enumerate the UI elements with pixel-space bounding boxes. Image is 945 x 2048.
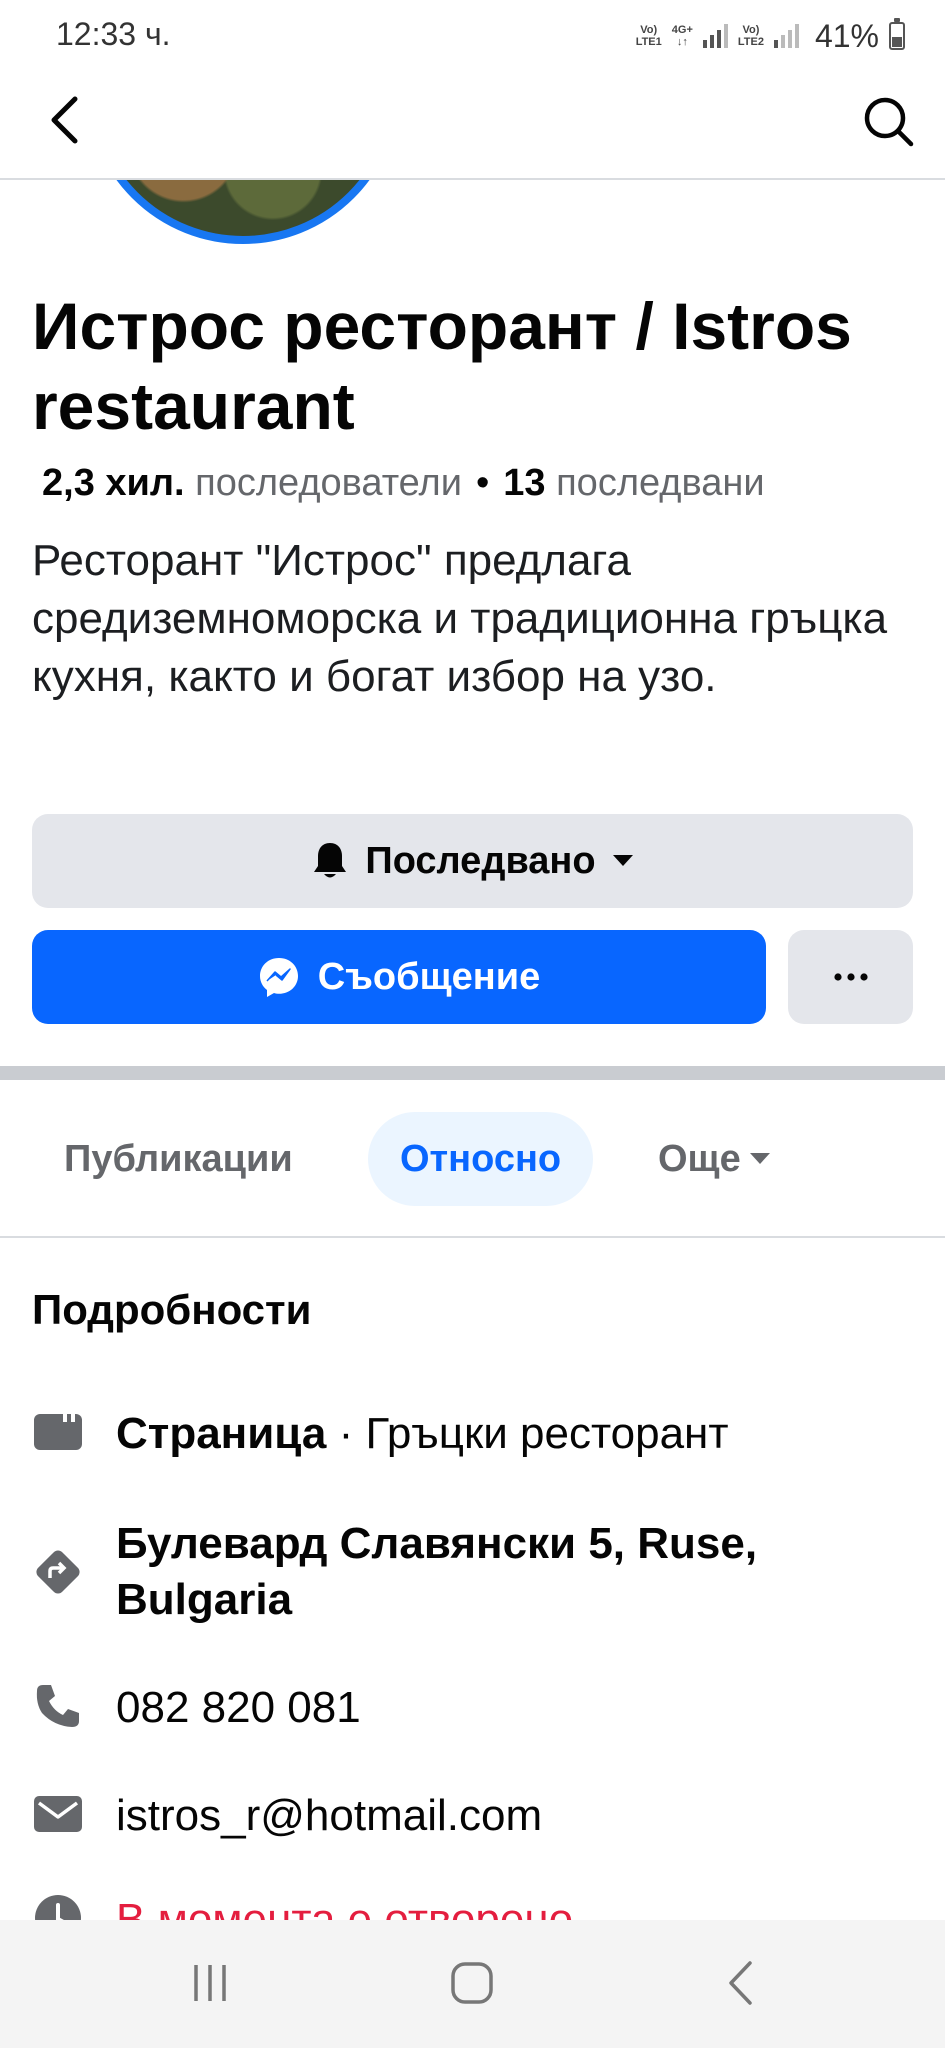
search-button[interactable] [859, 92, 919, 152]
page-title: Истрос ресторант / Istros restaurant [32, 289, 852, 443]
message-button-label: Съобщение [317, 955, 541, 998]
battery-percent: 41% [814, 17, 879, 54]
profile-picture-clip [60, 180, 430, 250]
search-icon [864, 97, 914, 147]
directions-icon [32, 1546, 84, 1598]
caret-down-icon [749, 1153, 770, 1164]
phone-number: 082 820 081 [116, 1683, 361, 1732]
chevron-left-icon [51, 96, 78, 144]
home-button[interactable] [432, 1950, 512, 2016]
messenger-icon [259, 958, 298, 997]
section-divider [0, 1066, 945, 1080]
tab-more-label: Още [658, 1137, 741, 1180]
recents-icon [194, 1965, 226, 2001]
following-label[interactable]: последвани [556, 462, 764, 504]
tab-posts-label: Публикации [64, 1137, 293, 1180]
back-button[interactable] [38, 92, 90, 148]
detail-phone[interactable]: 082 820 081 [32, 1680, 912, 1736]
network-indicator: 4G+ ↓↑ [671, 24, 693, 48]
detail-email[interactable]: istros_r@hotmail.com [32, 1788, 912, 1844]
page-stats: 2,3 хил. последователи • 13 последвани [42, 462, 765, 505]
page-tabs: Публикации Относно Още [0, 1080, 945, 1238]
envelope-icon [32, 1788, 84, 1840]
system-back-button[interactable] [700, 1950, 780, 2016]
address-text: Булевард Славянски 5, Ruse, Bulgaria [116, 1519, 758, 1624]
back-icon [729, 1961, 752, 2005]
status-icons: Vo) LTE1 4G+ ↓↑ Vo) LTE2 41% [636, 14, 905, 58]
followers-label[interactable]: последователи [195, 462, 462, 504]
status-bar: 12:33 ч. Vo) LTE1 4G+ ↓↑ Vo) LTE2 41% [0, 0, 945, 70]
details-heading: Подробности [32, 1286, 312, 1333]
top-app-bar [0, 70, 945, 180]
status-time: 12:33 ч. [56, 16, 171, 52]
tab-about[interactable]: Относно [368, 1112, 594, 1206]
signal-icon [702, 24, 728, 48]
recent-apps-button[interactable] [170, 1950, 250, 2016]
page-type-label: Страница [116, 1409, 327, 1458]
signal-2-icon [773, 24, 799, 48]
page-flag-icon [32, 1406, 84, 1458]
profile-picture[interactable] [86, 180, 400, 244]
more-horizontal-icon [833, 973, 868, 981]
tab-more[interactable]: Още [626, 1112, 803, 1206]
detail-address[interactable]: Булевард Славянски 5, Ruse, Bulgaria [32, 1516, 912, 1628]
message-button[interactable]: Съобщение [32, 930, 766, 1024]
following-button-label: Последвано [365, 839, 596, 882]
caret-down-icon [612, 855, 633, 866]
battery-icon [889, 18, 905, 50]
email-address: istros_r@hotmail.com [116, 1791, 543, 1840]
page-category: · Гръцки ресторант [326, 1409, 729, 1458]
stats-separator: • [475, 462, 490, 504]
system-nav-bar [0, 1920, 945, 2048]
following-count[interactable]: 13 [503, 462, 545, 504]
tab-about-label: Относно [400, 1137, 562, 1180]
followers-count[interactable]: 2,3 хил. [42, 462, 185, 504]
sim2-indicator: Vo) LTE2 [737, 24, 764, 48]
detail-page-category: Страница · Гръцки ресторант [32, 1406, 912, 1462]
bell-icon [314, 843, 347, 878]
phone-icon [32, 1680, 84, 1732]
sim1-indicator: Vo) LTE1 [635, 24, 662, 48]
following-button[interactable]: Последвано [32, 814, 913, 908]
more-options-button[interactable] [788, 930, 913, 1024]
page-description: Ресторант "Истрос" предлага средиземномо… [32, 536, 888, 701]
tab-posts[interactable]: Публикации [32, 1112, 325, 1206]
home-icon [451, 1962, 493, 2004]
